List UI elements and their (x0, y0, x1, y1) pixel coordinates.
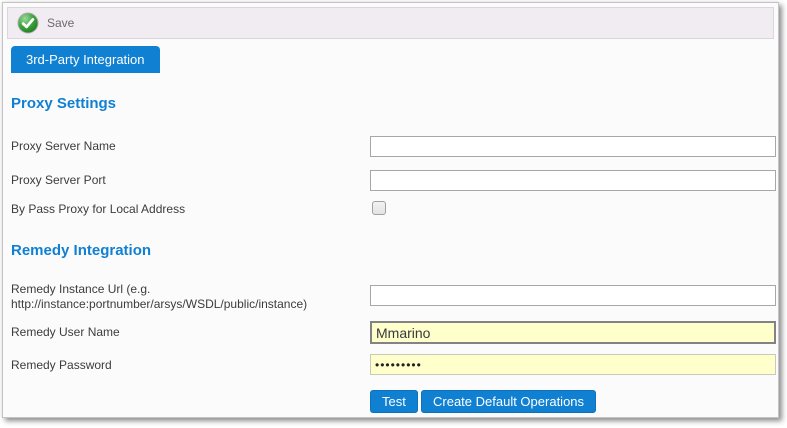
tab-3rd-party-integration[interactable]: 3rd-Party Integration (11, 46, 160, 73)
remedy-user-name-label: Remedy User Name (11, 325, 120, 340)
save-label: Save (47, 16, 74, 30)
save-button[interactable]: Save (17, 12, 74, 34)
proxy-server-port-label: Proxy Server Port (11, 173, 106, 188)
bypass-proxy-checkbox[interactable] (372, 201, 386, 215)
remedy-integration-heading: Remedy Integration (11, 242, 151, 259)
create-default-operations-button[interactable]: Create Default Operations (421, 390, 596, 413)
remedy-instance-url-input[interactable] (370, 285, 776, 306)
remedy-user-name-input[interactable] (370, 321, 776, 344)
settings-panel: Save 3rd-Party Integration Proxy Setting… (2, 2, 779, 418)
toolbar: Save (7, 7, 774, 39)
remedy-instance-url-label: Remedy Instance Url (e.g. http://instanc… (11, 282, 307, 312)
remedy-password-label: Remedy Password (11, 358, 112, 373)
test-button[interactable]: Test (370, 390, 418, 413)
proxy-server-name-input[interactable] (370, 136, 776, 157)
save-check-icon (17, 12, 39, 34)
proxy-server-name-label: Proxy Server Name (11, 139, 116, 154)
proxy-server-port-input[interactable] (370, 170, 776, 191)
remedy-instance-url-label-line1: Remedy Instance Url (e.g. (11, 282, 150, 296)
bypass-proxy-label: By Pass Proxy for Local Address (11, 202, 185, 217)
remedy-instance-url-label-line2: http://instance:portnumber/arsys/WSDL/pu… (11, 297, 307, 311)
remedy-password-input[interactable] (370, 354, 776, 375)
proxy-settings-heading: Proxy Settings (11, 95, 116, 112)
